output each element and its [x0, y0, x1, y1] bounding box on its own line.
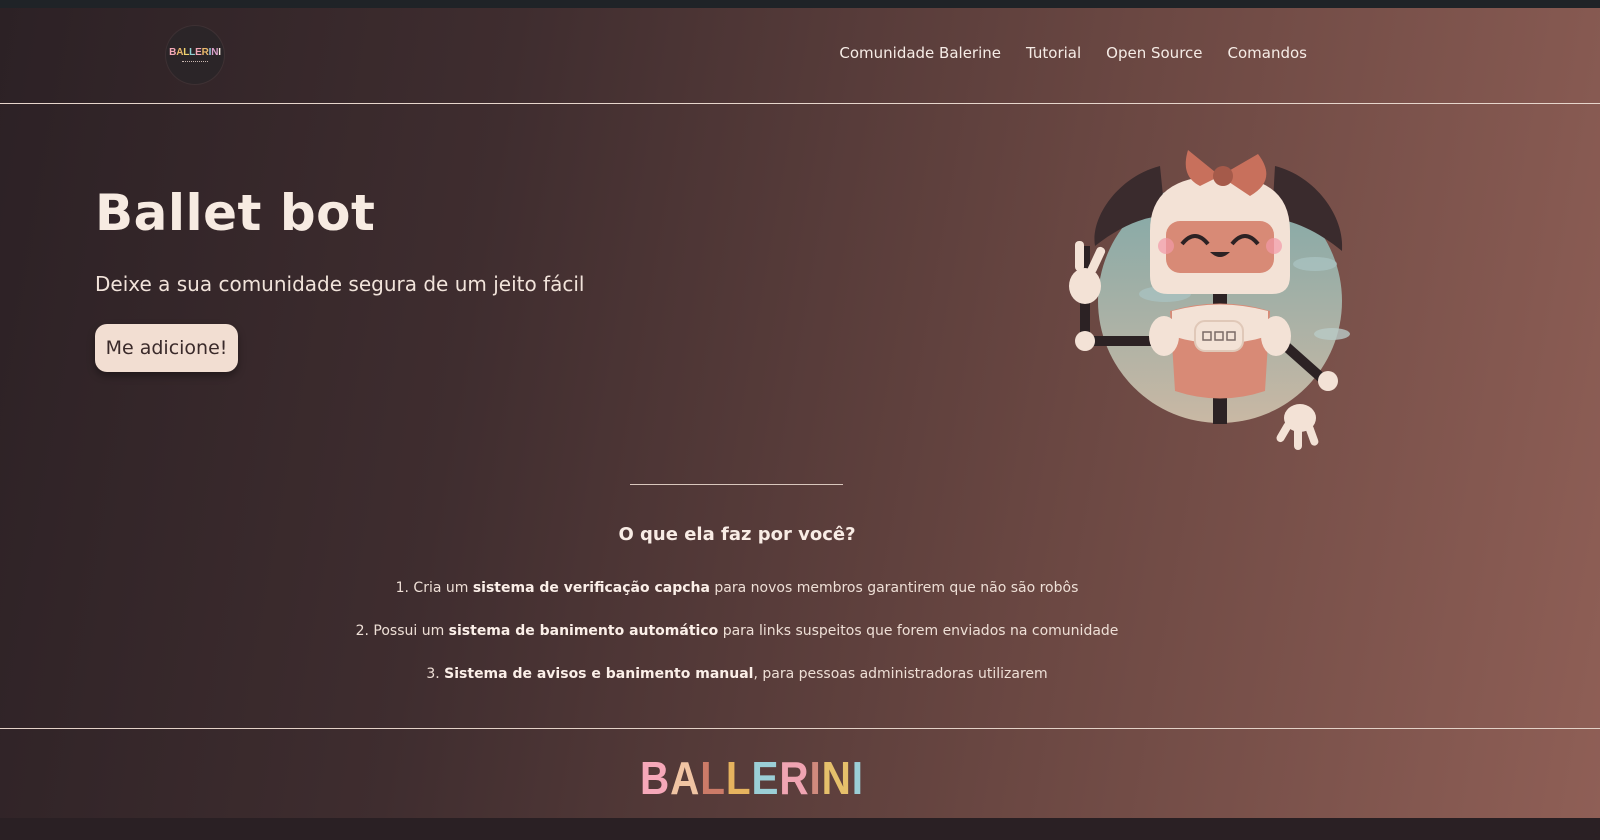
feature-text: para links suspeitos que forem enviados … [718, 623, 1119, 639]
feature-highlight: Sistema de avisos e banimento manual [444, 666, 754, 682]
feature-text: , para pessoas administradoras utilizare… [753, 666, 1048, 682]
add-bot-button[interactable]: Me adicione! [95, 324, 238, 372]
logo-letter: I [218, 46, 221, 58]
page: BALLERINI Comunidade Balerine Tutorial O… [0, 8, 1600, 818]
logo-letter: R [201, 46, 209, 58]
hero-subtitle: Deixe a sua comunidade segura de um jeit… [95, 272, 585, 296]
feature-text: 3. [426, 666, 445, 682]
main-nav: Comunidade Balerine Tutorial Open Source… [839, 44, 1307, 62]
wordmark-letter: L [725, 752, 752, 804]
features-title: O que ela faz por você? [618, 524, 856, 545]
features-list: 1. Cria um sistema de verificação capcha… [0, 580, 1474, 709]
nav-comandos[interactable]: Comandos [1228, 44, 1307, 62]
wordmark-letter: A [670, 752, 701, 804]
wordmark-letter: I [809, 752, 822, 804]
wordmark-letter: I [851, 752, 864, 804]
ballerini-logo-icon[interactable]: BALLERINI [166, 26, 224, 84]
feature-highlight: sistema de verificação capcha [472, 580, 710, 596]
list-item: 3. Sistema de avisos e banimento manual,… [0, 666, 1474, 709]
site-header: BALLERINI Comunidade Balerine Tutorial O… [0, 8, 1600, 104]
nav-comunidade-balerine[interactable]: Comunidade Balerine [839, 44, 1001, 62]
list-item: 2. Possui um sistema de banimento automá… [0, 623, 1474, 666]
feature-text: para novos membros garantirem que não sã… [709, 580, 1079, 596]
site-footer: BALLERINI [0, 728, 1600, 818]
logo-wordmark: BALLERINI [169, 47, 221, 58]
nav-open-source[interactable]: Open Source [1106, 44, 1202, 62]
feature-text: 2. Possui um [355, 623, 449, 639]
feature-text: 1. Cria um [395, 580, 473, 596]
logo-flourish [182, 60, 208, 64]
list-item: 1. Cria um sistema de verificação capcha… [0, 580, 1474, 623]
wordmark-letter: L [700, 752, 726, 804]
wordmark-letter: N [821, 752, 852, 804]
bottom-strip [0, 818, 1600, 840]
feature-highlight: sistema de banimento automático [448, 623, 719, 639]
browser-top-bar [0, 0, 1600, 8]
nav-tutorial[interactable]: Tutorial [1026, 44, 1081, 62]
wordmark-letter: B [640, 752, 671, 804]
wordmark-letter: R [779, 752, 810, 804]
section-divider [630, 484, 843, 485]
ballerina-robot-illustration [1069, 150, 1350, 450]
hero-title: Ballet bot [95, 184, 376, 242]
wordmark-letter: E [751, 752, 780, 804]
ballerini-wordmark: BALLERINI [640, 751, 864, 805]
